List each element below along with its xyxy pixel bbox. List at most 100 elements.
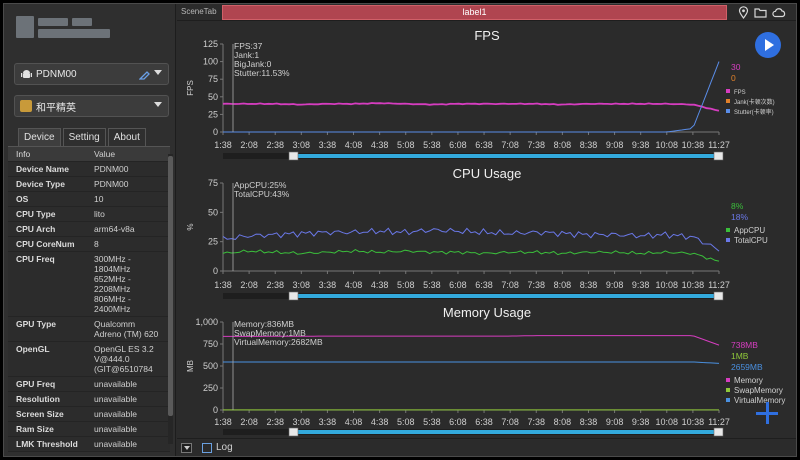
x-tick-label: 10:08 <box>656 280 679 290</box>
x-tick-label: 2:08 <box>240 417 258 427</box>
chevron-down-icon <box>154 70 162 75</box>
info-key: CPU Freq <box>16 254 55 264</box>
log-label: Log <box>216 442 233 453</box>
range-slider-fill <box>297 430 717 434</box>
y-tick-label: 100 <box>203 57 218 67</box>
x-tick-label: 7:38 <box>527 417 545 427</box>
device-select[interactable]: PDNM00 <box>14 63 169 85</box>
info-value: 10 <box>94 194 104 204</box>
x-tick-label: 7:08 <box>501 140 519 150</box>
play-button[interactable] <box>755 32 781 58</box>
x-tick-label: 8:38 <box>580 417 598 427</box>
y-tick-label: 1,000 <box>195 317 218 327</box>
x-tick-label: 7:08 <box>501 280 519 290</box>
info-value: arm64-v8a <box>94 224 135 234</box>
column-header-value: Value <box>94 149 116 159</box>
x-tick-label: 8:08 <box>554 280 572 290</box>
x-tick-label: 5:08 <box>397 140 415 150</box>
tab-about[interactable]: About <box>107 128 146 146</box>
location-icon[interactable] <box>737 6 750 19</box>
current-value: 738MB <box>731 340 758 350</box>
info-value: PDNM00 <box>94 179 129 189</box>
table-row: CPU Freq 300MHz - 1804MHz 652MHz - 2208MH… <box>8 252 170 317</box>
x-tick-label: 3:38 <box>319 280 337 290</box>
folder-icon[interactable] <box>754 6 767 19</box>
x-tick-label: 6:38 <box>475 417 493 427</box>
x-tick-label: 3:38 <box>319 417 337 427</box>
info-value: PDNM00 <box>94 164 129 174</box>
info-value: lito <box>94 209 105 219</box>
x-tick-label: 1:38 <box>214 280 232 290</box>
add-chart-button[interactable] <box>754 400 780 426</box>
series-line-totalcpu <box>222 227 720 252</box>
app-logo <box>16 16 116 42</box>
table-row: OpenGL OpenGL ES 3.2 V@444.0 (GIT@6510784 <box>8 342 170 377</box>
legend-entry: SwapMemory <box>734 386 783 395</box>
chart-title: FPS <box>474 28 500 43</box>
x-tick-label: 10:38 <box>682 280 705 290</box>
scene-tab[interactable]: SceneTab <box>181 7 217 16</box>
info-scrollbar[interactable] <box>168 154 173 444</box>
x-tick-label: 7:08 <box>501 417 519 427</box>
scrollbar-thumb[interactable] <box>168 156 173 416</box>
legend-entry: AppCPU <box>734 226 765 235</box>
info-value: unavailable <box>94 424 138 434</box>
x-tick-label: 1:38 <box>214 140 232 150</box>
x-tick-label: 3:38 <box>319 140 337 150</box>
info-value: unavailable <box>94 439 138 449</box>
x-tick-label: 9:08 <box>606 417 624 427</box>
x-tick-label: 3:08 <box>293 140 311 150</box>
x-tick-label: 5:38 <box>423 417 441 427</box>
table-row: Ram Size unavailable <box>8 422 170 437</box>
x-tick-label: 4:38 <box>371 280 389 290</box>
tab-setting[interactable]: Setting <box>62 128 106 146</box>
table-row: OS 10 <box>8 192 170 207</box>
expand-log-button[interactable] <box>181 443 192 453</box>
table-row: Screen Size unavailable <box>8 407 170 422</box>
tab-device[interactable]: Device <box>18 128 61 146</box>
y-tick-label: 125 <box>203 39 218 49</box>
x-tick-label: 11:27 <box>708 280 730 290</box>
table-row: GPU Freq unavailable <box>8 377 170 392</box>
y-tick-label: 25 <box>208 237 218 247</box>
x-tick-label: 8:08 <box>554 417 572 427</box>
scene-label-bar[interactable]: label1 <box>222 5 727 20</box>
x-tick-label: 7:38 <box>527 280 545 290</box>
x-tick-label: 9:38 <box>632 140 650 150</box>
x-tick-label: 6:08 <box>449 140 467 150</box>
y-axis-label: % <box>186 223 195 230</box>
series-line-virtualmemory <box>223 361 720 364</box>
table-row: GPU Type Qualcomm Adreno (TM) 620 <box>8 317 170 342</box>
y-tick-label: 0 <box>213 266 218 276</box>
cloud-icon[interactable] <box>772 6 786 19</box>
x-tick-label: 9:38 <box>632 280 650 290</box>
chart-annotation: TotalCPU:43% <box>234 189 290 199</box>
y-tick-label: 250 <box>203 383 218 393</box>
game-icon <box>20 100 32 112</box>
top-bar: SceneTab label1 <box>177 4 796 21</box>
table-header: Info Value <box>8 147 170 162</box>
series-line-appcpu <box>222 249 720 262</box>
table-row: CPU Type lito <box>8 207 170 222</box>
table-row: CPU CoreNum 8 <box>8 237 170 252</box>
info-key: CPU Arch <box>16 224 56 234</box>
chevron-down-icon <box>154 102 162 107</box>
x-tick-label: 5:08 <box>397 280 415 290</box>
x-tick-label: 8:38 <box>580 280 598 290</box>
legend-entry: Jank(卡顿次数) <box>734 98 775 106</box>
x-tick-label: 8:38 <box>580 140 598 150</box>
x-tick-label: 9:08 <box>606 280 624 290</box>
android-icon <box>20 68 32 80</box>
chart-title: Memory Usage <box>443 305 531 320</box>
info-key: LMK Threshold <box>16 439 78 449</box>
log-checkbox[interactable] <box>202 443 212 453</box>
x-tick-label: 2:08 <box>240 280 258 290</box>
x-tick-label: 6:38 <box>475 140 493 150</box>
edit-icon[interactable] <box>138 69 150 83</box>
app-select[interactable]: 和平精英 <box>14 95 169 117</box>
range-slider-fill <box>297 154 717 158</box>
charts-canvas: FPS FPS 0 25 50 75 100 125 1:38 2:08 2:38 3:08 3:38 4… <box>186 28 785 437</box>
app-window: PDNM00 和平精英 Device Setting About Info Va… <box>3 3 797 457</box>
info-key: GPU Freq <box>16 379 56 389</box>
y-tick-label: 25 <box>208 109 218 119</box>
